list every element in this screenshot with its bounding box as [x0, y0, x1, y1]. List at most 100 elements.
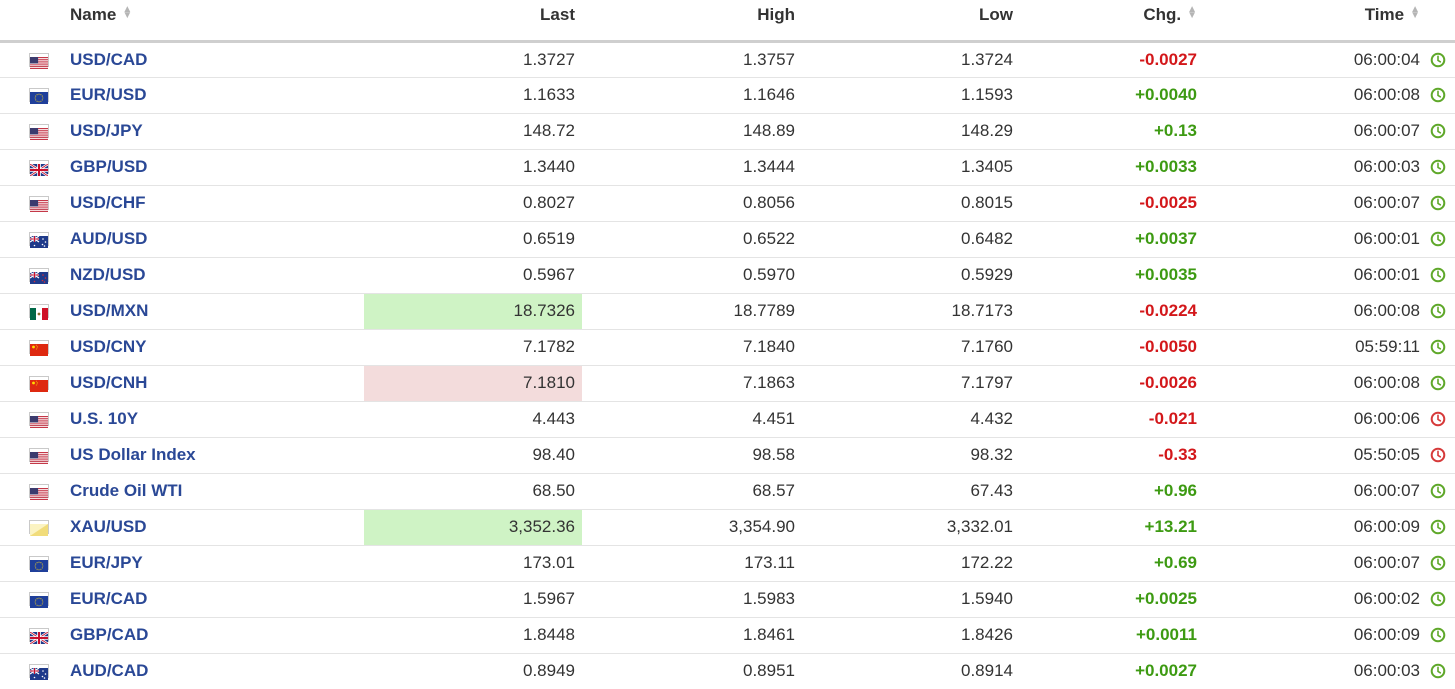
instrument-link[interactable]: AUD/CAD [70, 661, 148, 680]
last-cell: 4.443 [364, 401, 582, 438]
instrument-link[interactable]: EUR/JPY [70, 553, 143, 572]
instrument-link[interactable]: GBP/USD [70, 157, 147, 176]
clock-cell [1427, 329, 1455, 366]
sort-icon[interactable]: ▲ ▼ [122, 5, 132, 21]
eu-flag-icon [29, 88, 49, 104]
instrument-link[interactable]: Crude Oil WTI [70, 481, 182, 500]
flag-cell [0, 41, 64, 78]
header-name[interactable]: Name ▲ ▼ [64, 0, 364, 43]
instrument-link[interactable]: NZD/USD [70, 265, 146, 284]
sort-icon[interactable]: ▲ ▼ [1187, 5, 1197, 21]
table-row: USD/MXN 18.7326 18.7789 18.7173 -0.0224 … [0, 293, 1455, 330]
time-cell: 06:00:01 [1204, 221, 1427, 258]
high-cell: 68.57 [582, 473, 802, 510]
table-row: EUR/CAD 1.5967 1.5983 1.5940 +0.0025 06:… [0, 581, 1455, 618]
table-row: Crude Oil WTI 68.50 68.57 67.43 +0.96 06… [0, 473, 1455, 510]
name-cell: NZD/USD [64, 257, 364, 294]
instrument-link[interactable]: USD/CNH [70, 373, 147, 392]
instrument-link[interactable]: XAU/USD [70, 517, 147, 536]
instrument-link[interactable]: AUD/USD [70, 229, 147, 248]
instrument-link[interactable]: GBP/CAD [70, 625, 148, 644]
last-cell: 1.3440 [364, 149, 582, 186]
time-cell: 06:00:07 [1204, 185, 1427, 222]
high-cell: 18.7789 [582, 293, 802, 330]
table-row: US Dollar Index 98.40 98.58 98.32 -0.33 … [0, 437, 1455, 474]
low-cell: 0.8914 [961, 661, 1013, 681]
flag-cell [0, 149, 64, 186]
change-cell: +0.69 [1020, 545, 1204, 582]
red-clock-icon [1430, 411, 1446, 427]
low-cell: 3,332.01 [802, 509, 1020, 546]
low-cell: 0.5929 [802, 257, 1020, 294]
time-cell: 06:00:06 [1204, 401, 1427, 438]
last-cell: 1.8448 [364, 617, 582, 654]
header-high[interactable]: High [582, 0, 802, 43]
last-cell: 7.1810 [364, 365, 582, 402]
last-cell: 98.40 [364, 437, 582, 474]
instrument-link[interactable]: USD/CAD [70, 50, 147, 69]
last-cell: 1.1633 [364, 77, 582, 114]
header-low[interactable]: Low [802, 0, 1020, 43]
high-cell: 1.8461 [582, 617, 802, 654]
name-cell: USD/JPY [64, 113, 364, 150]
time-cell: 06:00:08 [1204, 77, 1427, 114]
last-cell: 3,352.36 [364, 509, 582, 546]
header-low-label: Low [979, 5, 1013, 24]
instrument-link[interactable]: U.S. 10Y [70, 409, 138, 428]
change-cell: +0.96 [1020, 473, 1204, 510]
low-cell: 67.43 [802, 473, 1020, 510]
instrument-link[interactable]: EUR/USD [70, 85, 147, 104]
eu-flag-icon [29, 556, 49, 572]
clock-cell [1427, 365, 1455, 402]
low-cell: 148.29 [802, 113, 1020, 150]
flag-cell [0, 581, 64, 618]
instrument-link[interactable]: US Dollar Index [70, 445, 196, 464]
header-chg[interactable]: Chg. ▲ ▼ [1020, 0, 1204, 43]
header-last[interactable]: Last [364, 0, 582, 43]
us-flag-icon [29, 484, 49, 500]
name-cell: Crude Oil WTI [64, 473, 364, 510]
instrument-link[interactable]: EUR/CAD [70, 589, 147, 608]
clock-cell [1427, 113, 1455, 150]
change-cell: +0.13 [1020, 113, 1204, 150]
header-time[interactable]: Time ▲ ▼ [1204, 0, 1427, 43]
change-cell: -0.021 [1020, 401, 1204, 438]
last-cell: 148.72 [364, 113, 582, 150]
clock-cell [1427, 653, 1455, 689]
green-clock-icon [1430, 519, 1446, 535]
flag-cell [0, 365, 64, 402]
low-cell: 1.5940 [802, 581, 1020, 618]
instrument-link[interactable]: USD/CHF [70, 193, 146, 212]
time-cell: 05:50:05 [1204, 437, 1427, 474]
green-clock-icon [1430, 339, 1446, 355]
instrument-link[interactable]: USD/MXN [70, 301, 148, 320]
table-row: USD/CNH 7.1810 7.1863 7.1797 -0.0026 06:… [0, 365, 1455, 402]
high-cell: 173.11 [582, 545, 802, 582]
table-row: EUR/JPY 173.01 173.11 172.22 +0.69 06:00… [0, 545, 1455, 582]
name-cell: USD/CNY [64, 329, 364, 366]
last-cell: 0.8949 [523, 661, 575, 681]
table-row: USD/JPY 148.72 148.89 148.29 +0.13 06:00… [0, 113, 1455, 150]
uk-flag-icon [29, 628, 49, 645]
table-row: AUD/USD 0.6519 0.6522 0.6482 +0.0037 06:… [0, 221, 1455, 258]
name-cell: GBP/USD [64, 149, 364, 186]
change-cell: -0.0050 [1020, 329, 1204, 366]
green-clock-icon [1430, 483, 1446, 499]
us-flag-icon [29, 124, 49, 140]
green-clock-icon [1430, 231, 1446, 247]
low-cell: 7.1760 [802, 329, 1020, 366]
sort-icon[interactable]: ▲ ▼ [1410, 5, 1420, 21]
green-clock-icon [1430, 52, 1446, 68]
quotes-table: Name ▲ ▼ Last High Low Chg. ▲ ▼ Time ▲ ▼ USD/C… [0, 0, 1455, 689]
low-cell: 7.1797 [802, 365, 1020, 402]
change-cell: -0.0027 [1020, 41, 1204, 78]
instrument-link[interactable]: USD/JPY [70, 121, 143, 140]
last-cell: 0.8027 [364, 185, 582, 222]
flag-cell [0, 545, 64, 582]
last-cell: 0.5967 [364, 257, 582, 294]
change-cell: -0.0224 [1020, 293, 1204, 330]
time-cell: 06:00:08 [1204, 365, 1427, 402]
name-cell: AUD/CAD [64, 653, 364, 689]
instrument-link[interactable]: USD/CNY [70, 337, 147, 356]
high-cell: 1.1646 [582, 77, 802, 114]
